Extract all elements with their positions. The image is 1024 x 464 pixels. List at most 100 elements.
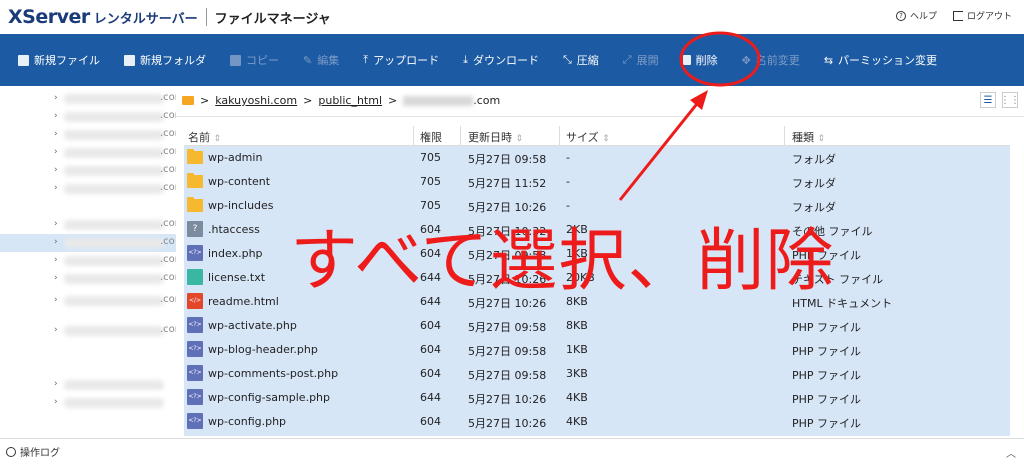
- copy-button[interactable]: コピー: [230, 52, 279, 68]
- breadcrumb-sep-icon: >: [200, 94, 210, 107]
- chevron-up-icon[interactable]: ︿: [1006, 445, 1016, 460]
- sort-icon: ⇕: [515, 134, 524, 144]
- delete-button[interactable]: 削除: [682, 52, 718, 68]
- breadcrumb-current[interactable]: .com: [473, 94, 500, 107]
- folder-name-tail: .com: [160, 294, 176, 305]
- home-folder-icon[interactable]: [182, 96, 194, 105]
- php-file-icon: <?>: [187, 341, 203, 357]
- other-file-icon: ?: [187, 221, 203, 237]
- chevron-right-icon[interactable]: ›: [54, 325, 58, 335]
- folder-name-tail: .co: [160, 236, 175, 247]
- file-row[interactable]: <?> wp-config.php 604 5月27日 10:26 4KB PHP ファイ…: [184, 410, 1010, 434]
- new-folder-button[interactable]: 新規フォルダ: [124, 52, 206, 68]
- list-view-icon[interactable]: ☰: [980, 92, 996, 108]
- sidebar-tree-item[interactable]: › .com: [0, 180, 176, 198]
- file-row[interactable]: </> readme.html 644 5月27日 10:26 8KB HTML ドキュメ…: [184, 290, 1010, 314]
- col-perm[interactable]: 権限: [420, 129, 442, 145]
- php-file-icon: <?>: [187, 413, 203, 429]
- col-type[interactable]: 種類 ⇕: [792, 129, 825, 145]
- redacted-folder-name: [64, 380, 164, 390]
- sidebar-tree-item[interactable]: › .com: [0, 126, 176, 144]
- file-row[interactable]: license.txt 644 5月27日 10:26 20KB テキスト ファイル: [184, 266, 1010, 290]
- sidebar-tree-item[interactable]: › .com: [0, 90, 176, 108]
- sidebar-tree-item[interactable]: › .com: [0, 108, 176, 126]
- chevron-right-icon[interactable]: ›: [54, 273, 58, 283]
- file-size: 8KB: [566, 295, 588, 308]
- file-modified: 5月27日 11:52: [468, 177, 547, 190]
- breadcrumb-root[interactable]: kakuyoshi.com: [215, 94, 297, 107]
- chevron-right-icon[interactable]: ›: [54, 129, 58, 139]
- file-name: wp-comments-post.php: [208, 367, 339, 380]
- redacted-folder-name: [64, 148, 164, 158]
- new-file-button[interactable]: 新規ファイル: [18, 52, 100, 68]
- file-permission: 604: [420, 223, 441, 236]
- logout-label: ログアウト: [966, 12, 1012, 22]
- edit-button[interactable]: ✎ 編集: [303, 52, 339, 68]
- upload-button[interactable]: ⤒ アップロード: [363, 52, 439, 68]
- grid-view-icon[interactable]: ⋮⋮: [1000, 92, 1020, 108]
- file-type: PHP ファイル: [792, 321, 862, 334]
- page-title: ファイルマネージャ: [214, 11, 331, 27]
- rename-icon: ✥: [741, 53, 751, 67]
- chevron-right-icon[interactable]: ›: [54, 183, 58, 193]
- chevron-right-icon[interactable]: ›: [54, 295, 58, 305]
- file-row[interactable]: wp-admin 705 5月27日 09:58 - フォルダ: [184, 146, 1010, 170]
- file-size: 1KB: [566, 247, 588, 260]
- file-row[interactable]: wp-includes 705 5月27日 10:26 - フォルダ: [184, 194, 1010, 218]
- file-size: 3KB: [566, 367, 588, 380]
- col-size[interactable]: サイズ ⇕: [566, 129, 610, 145]
- folder-name-tail: .com: [160, 128, 176, 139]
- rename-button[interactable]: ✥ 名前変更: [742, 52, 800, 68]
- sidebar-tree-item[interactable]: › .com: [0, 322, 176, 340]
- file-modified: 5月27日 10:26: [468, 393, 547, 406]
- logout-icon: [952, 10, 963, 21]
- logout-link[interactable]: ログアウト: [952, 9, 1012, 22]
- col-divider: [413, 126, 414, 145]
- chevron-right-icon[interactable]: ›: [54, 93, 58, 103]
- chevron-right-icon[interactable]: ›: [54, 379, 58, 389]
- file-row[interactable]: <?> wp-config-sample.php 644 5月27日 10:26 4KB…: [184, 386, 1010, 410]
- xserver-logo[interactable]: XServer レンタルサーバー: [8, 6, 198, 28]
- file-row[interactable]: <?> wp-comments-post.php 604 5月27日 09:58 3KB…: [184, 362, 1010, 386]
- sidebar-tree-item[interactable]: ›: [0, 376, 176, 394]
- sidebar-tree-item[interactable]: › .com: [0, 292, 176, 310]
- file-type: フォルダ: [792, 153, 836, 166]
- sidebar-tree-item[interactable]: › .co: [0, 234, 176, 252]
- sidebar-tree-item[interactable]: › .com: [0, 252, 176, 270]
- col-name[interactable]: 名前 ⇕: [188, 129, 221, 145]
- operation-log-bar[interactable]: 操作ログ ︿: [0, 438, 1024, 464]
- file-row[interactable]: ? .htaccess 604 5月27日 10:32 2KB その他 ファイル: [184, 218, 1010, 242]
- header-links: ? ヘルプ ログアウト: [895, 9, 1012, 22]
- file-permission: 604: [420, 343, 441, 356]
- chevron-right-icon[interactable]: ›: [54, 219, 58, 229]
- folder-name-tail: .com: [160, 182, 176, 193]
- file-row[interactable]: <?> wp-blog-header.php 604 5月27日 09:58 1KB PH…: [184, 338, 1010, 362]
- compress-button[interactable]: ⤡ 圧縮: [563, 52, 599, 68]
- sidebar-tree-item[interactable]: › .com: [0, 270, 176, 288]
- file-row[interactable]: <?> index.php 604 5月27日 09:58 1KB PHP ファイル: [184, 242, 1010, 266]
- chevron-right-icon[interactable]: ›: [54, 255, 58, 265]
- file-permission: 644: [420, 271, 441, 284]
- file-type: HTML ドキュメント: [792, 297, 893, 310]
- chevron-right-icon[interactable]: ›: [54, 237, 58, 247]
- permission-button[interactable]: ⇆ パーミッション変更: [824, 52, 937, 68]
- sidebar-tree-item[interactable]: › .com: [0, 144, 176, 162]
- chevron-right-icon[interactable]: ›: [54, 397, 58, 407]
- download-button[interactable]: ⤓ ダウンロード: [463, 52, 539, 68]
- breadcrumb-dir[interactable]: public_html: [318, 94, 382, 107]
- chevron-right-icon[interactable]: ›: [54, 165, 58, 175]
- help-link[interactable]: ? ヘルプ: [895, 9, 937, 22]
- sidebar-tree-item[interactable]: › .com: [0, 216, 176, 234]
- file-row[interactable]: wp-content 705 5月27日 11:52 - フォルダ: [184, 170, 1010, 194]
- upload-icon: ⤒: [363, 53, 369, 66]
- file-panel: > kakuyoshi.com > public_html > .com ☰ ⋮…: [176, 86, 1024, 438]
- chevron-right-icon[interactable]: ›: [54, 111, 58, 121]
- redacted-folder-name: [64, 166, 164, 176]
- sidebar-tree-item[interactable]: ›: [0, 394, 176, 412]
- extract-button[interactable]: ⤢ 展開: [623, 52, 659, 68]
- col-modified[interactable]: 更新日時 ⇕: [468, 129, 523, 145]
- redacted-folder-name: [64, 130, 164, 140]
- file-row[interactable]: <?> wp-activate.php 604 5月27日 09:58 8KB PHP フ…: [184, 314, 1010, 338]
- sidebar-tree-item[interactable]: › .com: [0, 162, 176, 180]
- chevron-right-icon[interactable]: ›: [54, 147, 58, 157]
